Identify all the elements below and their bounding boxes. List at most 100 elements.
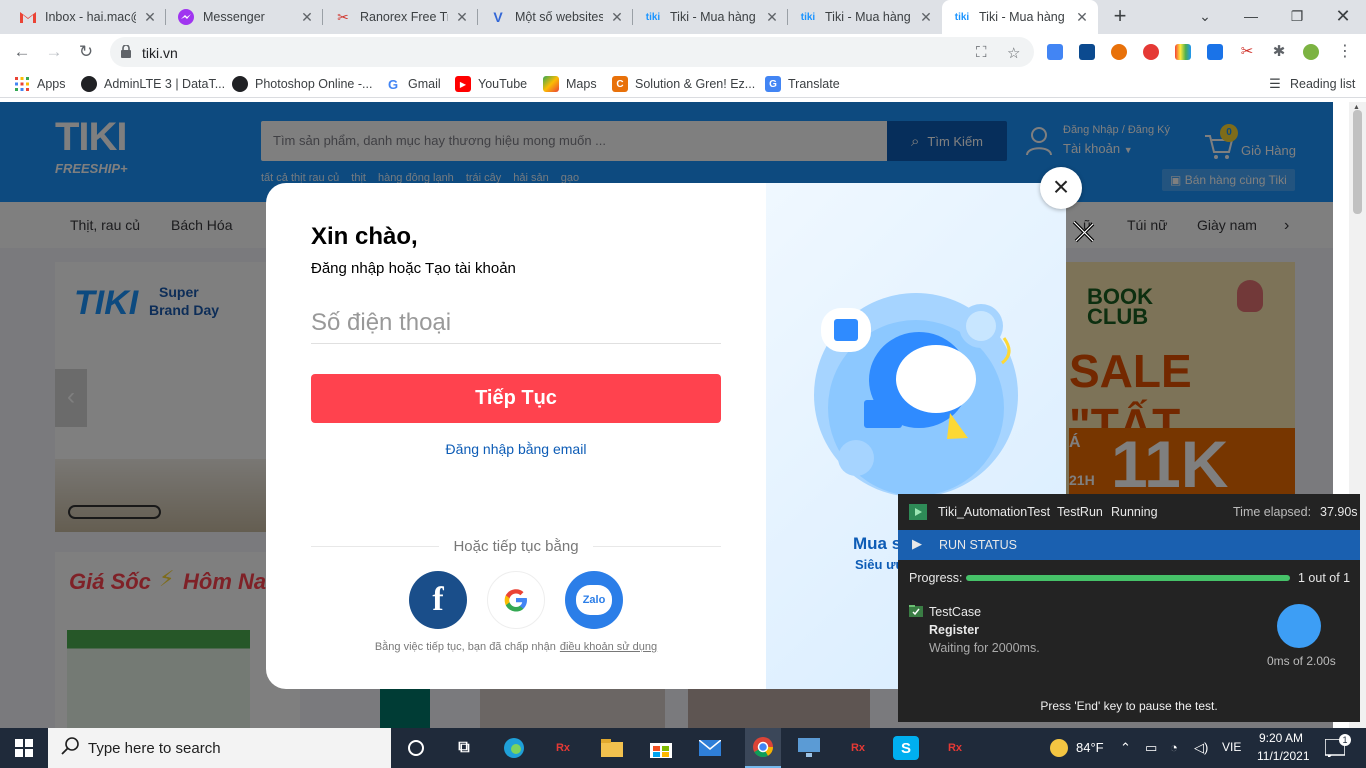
- tab-title: Tiki - Mua hàng c: [979, 10, 1068, 24]
- restore-button[interactable]: ❐: [1274, 0, 1320, 34]
- facebook-login-button[interactable]: f: [409, 571, 467, 629]
- taskbar-search-placeholder: Type here to search: [88, 740, 221, 757]
- tab-tiki-active[interactable]: tiki Tiki - Mua hàng c ✕: [942, 0, 1098, 34]
- close-tab-icon[interactable]: ✕: [764, 9, 780, 25]
- browser-menu-icon[interactable]: ⋮: [1337, 44, 1353, 60]
- extension-translate-icon[interactable]: [1047, 44, 1063, 60]
- messenger-icon: [178, 9, 194, 25]
- tab-title: Tiki - Mua hàng c: [825, 10, 912, 24]
- browser-tab-strip: Inbox - hai.mac@ ✕ Messenger ✕ ✂ Ranorex…: [0, 0, 1366, 34]
- run-status-bar: ▶ RUN STATUS: [898, 530, 1360, 560]
- reload-icon[interactable]: ↻: [74, 40, 98, 64]
- youtube-icon: ▶: [455, 76, 471, 92]
- tab-gmail[interactable]: Inbox - hai.mac@ ✕: [8, 0, 166, 34]
- weather-icon[interactable]: [1046, 736, 1072, 760]
- edge-icon[interactable]: [501, 736, 527, 760]
- mail-icon[interactable]: [697, 736, 723, 760]
- phone-number-input[interactable]: [311, 303, 721, 344]
- close-tab-icon[interactable]: ✕: [609, 9, 625, 25]
- windows-start-icon[interactable]: [15, 739, 33, 757]
- tab-tiki-2[interactable]: tiki Tiki - Mua hàng c ✕: [788, 0, 942, 34]
- promo-title: Mua s: [853, 534, 902, 553]
- ranorex-app-icon[interactable]: Rx: [550, 736, 576, 760]
- profile-avatar[interactable]: [1303, 44, 1319, 60]
- tab-title: Inbox - hai.mac@: [45, 10, 136, 24]
- chrome-icon[interactable]: [745, 728, 781, 768]
- extension-colors-icon[interactable]: [1175, 44, 1191, 60]
- close-tab-icon[interactable]: ✕: [1074, 9, 1090, 25]
- bookmark-youtube[interactable]: ▶ YouTube: [455, 76, 527, 92]
- bookmark-translate[interactable]: G Translate: [765, 76, 840, 92]
- tab-title: Tiki - Mua hàng c: [670, 10, 758, 24]
- bookmark-star-icon[interactable]: ☆: [1007, 44, 1020, 62]
- store-icon[interactable]: [648, 736, 674, 760]
- minimize-button[interactable]: —: [1228, 0, 1274, 34]
- clock-date[interactable]: 11/1/2021: [1257, 749, 1310, 763]
- bookmarks-bar: Apps AdminLTE 3 | DataT... Photoshop Onl…: [0, 70, 1366, 98]
- network-adapter-icon[interactable]: ▭: [1145, 740, 1157, 756]
- input-language[interactable]: VIE: [1222, 740, 1241, 754]
- login-with-email-link[interactable]: Đăng nhập bằng email: [266, 441, 766, 457]
- taskbar-search-box[interactable]: Type here to search: [48, 728, 391, 768]
- tab-search-chevron-icon[interactable]: ⌄: [1182, 0, 1228, 34]
- ranorex-icon: ✂: [337, 8, 349, 25]
- skype-icon[interactable]: S: [893, 736, 919, 760]
- tab-tiki-1[interactable]: tiki Tiki - Mua hàng c ✕: [633, 0, 788, 34]
- bookmark-label: Gmail: [408, 77, 441, 91]
- progress-text: 1 out of 1: [1298, 571, 1351, 585]
- search-icon: [61, 737, 79, 755]
- tab-messenger[interactable]: Messenger ✕: [166, 0, 323, 34]
- tab-ranorex[interactable]: ✂ Ranorex Free Tria ✕: [323, 0, 478, 34]
- weather-temperature[interactable]: 84°F: [1076, 740, 1104, 755]
- address-bar[interactable]: tiki.vn ⛶ ☆: [110, 37, 1034, 67]
- maps-icon: [543, 76, 559, 92]
- bookmark-apps[interactable]: Apps: [14, 76, 66, 92]
- extension-window-icon[interactable]: [1207, 44, 1223, 60]
- reading-list-button[interactable]: ☰ Reading list: [1267, 76, 1355, 92]
- scrollbar-thumb[interactable]: [1353, 110, 1362, 214]
- ranorex-recorder-icon[interactable]: Rx: [845, 736, 871, 760]
- ranorex-studio-icon[interactable]: Rx: [942, 736, 968, 760]
- close-window-button[interactable]: ✕: [1320, 0, 1366, 34]
- bookmark-label: Apps: [37, 77, 66, 91]
- wifi-icon[interactable]: ◔: [1170, 740, 1178, 755]
- translate-icon: G: [765, 76, 781, 92]
- file-explorer-icon[interactable]: [599, 736, 625, 760]
- extension-j-icon[interactable]: [1079, 44, 1095, 60]
- continue-button[interactable]: Tiếp Tục: [311, 374, 721, 423]
- close-tab-icon[interactable]: ✕: [454, 9, 470, 25]
- terms-link[interactable]: điều khoản sử dụng: [560, 641, 657, 653]
- play-icon[interactable]: ▶: [912, 536, 922, 552]
- bookmark-solution[interactable]: C Solution & Gren! Ez...: [612, 76, 755, 92]
- new-tab-button[interactable]: +: [1108, 5, 1132, 29]
- extension-ranorex-icon[interactable]: ✂: [1239, 44, 1255, 60]
- volume-icon[interactable]: ◁): [1194, 740, 1208, 756]
- extensions-puzzle-icon[interactable]: ✱: [1271, 44, 1287, 60]
- translate-page-icon[interactable]: ⛶: [976, 44, 987, 61]
- progress-label: Progress:: [909, 571, 963, 585]
- promo-subtitle: Siêu ưu: [855, 557, 904, 572]
- clock-time[interactable]: 9:20 AM: [1259, 731, 1303, 745]
- extension-firefox-icon[interactable]: [1111, 44, 1127, 60]
- reading-list-icon: ☰: [1269, 76, 1281, 91]
- close-tab-icon[interactable]: ✕: [299, 9, 315, 25]
- bookmark-label: Translate: [788, 77, 840, 91]
- close-tab-icon[interactable]: ✕: [918, 9, 934, 25]
- close-modal-button[interactable]: ×: [1040, 167, 1082, 209]
- extension-block-icon[interactable]: [1143, 44, 1159, 60]
- bookmark-gmail[interactable]: G Gmail: [385, 76, 441, 92]
- cortana-icon[interactable]: [403, 736, 429, 760]
- bookmark-adminlte[interactable]: AdminLTE 3 | DataT...: [81, 76, 225, 92]
- bookmark-photoshop[interactable]: Photoshop Online -...: [232, 76, 372, 92]
- back-arrow-icon[interactable]: ←: [10, 40, 34, 64]
- bookmark-maps[interactable]: Maps: [543, 76, 597, 92]
- show-hidden-icons-chevron-icon[interactable]: ⌃: [1120, 740, 1131, 756]
- google-login-button[interactable]: [487, 571, 545, 629]
- remote-desktop-icon[interactable]: [796, 736, 822, 760]
- forward-arrow-icon[interactable]: →: [42, 40, 66, 64]
- zalo-login-button[interactable]: Zalo: [565, 571, 623, 629]
- tab-websites[interactable]: V Một số websites ✕: [478, 0, 633, 34]
- zalo-label: Zalo: [582, 594, 606, 606]
- close-tab-icon[interactable]: ✕: [142, 9, 158, 25]
- task-view-icon[interactable]: ⧉: [451, 736, 477, 760]
